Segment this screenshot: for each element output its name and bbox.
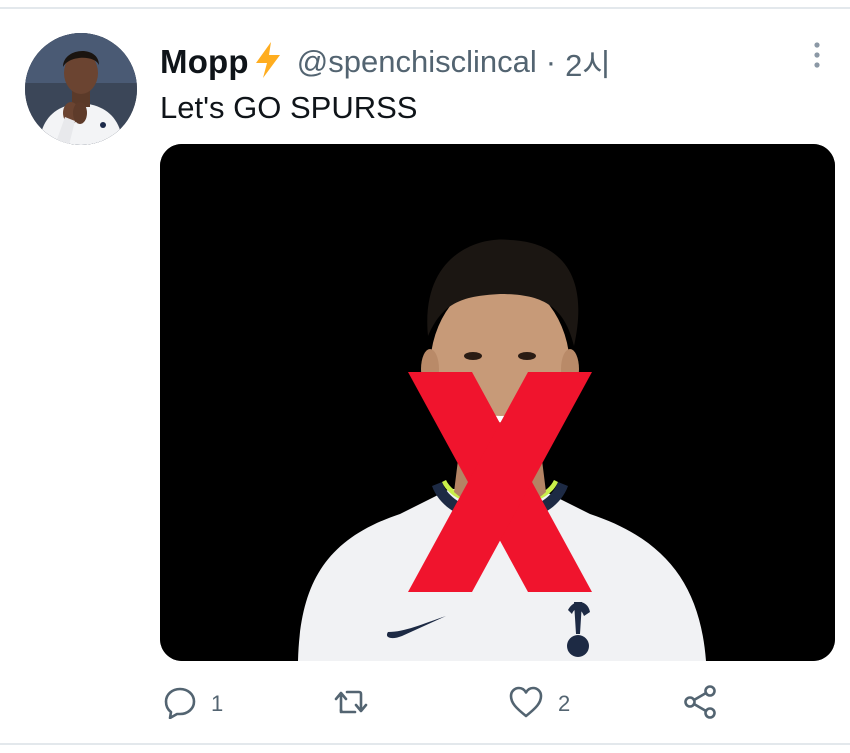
retweet-button[interactable]	[333, 682, 383, 726]
avatar[interactable]	[25, 33, 137, 145]
separator-dot: ·	[545, 44, 557, 79]
reply-button[interactable]: 1	[163, 682, 223, 726]
top-divider	[0, 7, 850, 9]
timestamp[interactable]: 2시	[565, 40, 611, 85]
user-handle[interactable]: @spenchisclincal	[297, 44, 537, 80]
media-image	[160, 144, 835, 661]
lightning-bolt-icon	[253, 41, 283, 84]
share-icon	[683, 684, 719, 725]
like-count: 2	[558, 691, 571, 716]
tweet-text: Let's GO SPURSS	[160, 90, 418, 125]
reply-icon	[163, 685, 197, 724]
reply-count: 1	[211, 691, 224, 716]
bottom-divider	[0, 743, 850, 745]
share-button[interactable]	[683, 682, 719, 726]
like-button[interactable]: 2	[508, 682, 570, 726]
tweet-media[interactable]	[160, 144, 835, 661]
retweet-icon	[333, 685, 369, 724]
more-options-icon[interactable]	[806, 40, 828, 70]
tweet-header: Mopp @spenchisclincal · 2시	[160, 40, 611, 84]
display-name[interactable]: Mopp	[160, 43, 249, 81]
tweet-actions: 1 2	[0, 682, 850, 726]
heart-icon	[508, 685, 544, 724]
avatar-image	[25, 33, 137, 145]
